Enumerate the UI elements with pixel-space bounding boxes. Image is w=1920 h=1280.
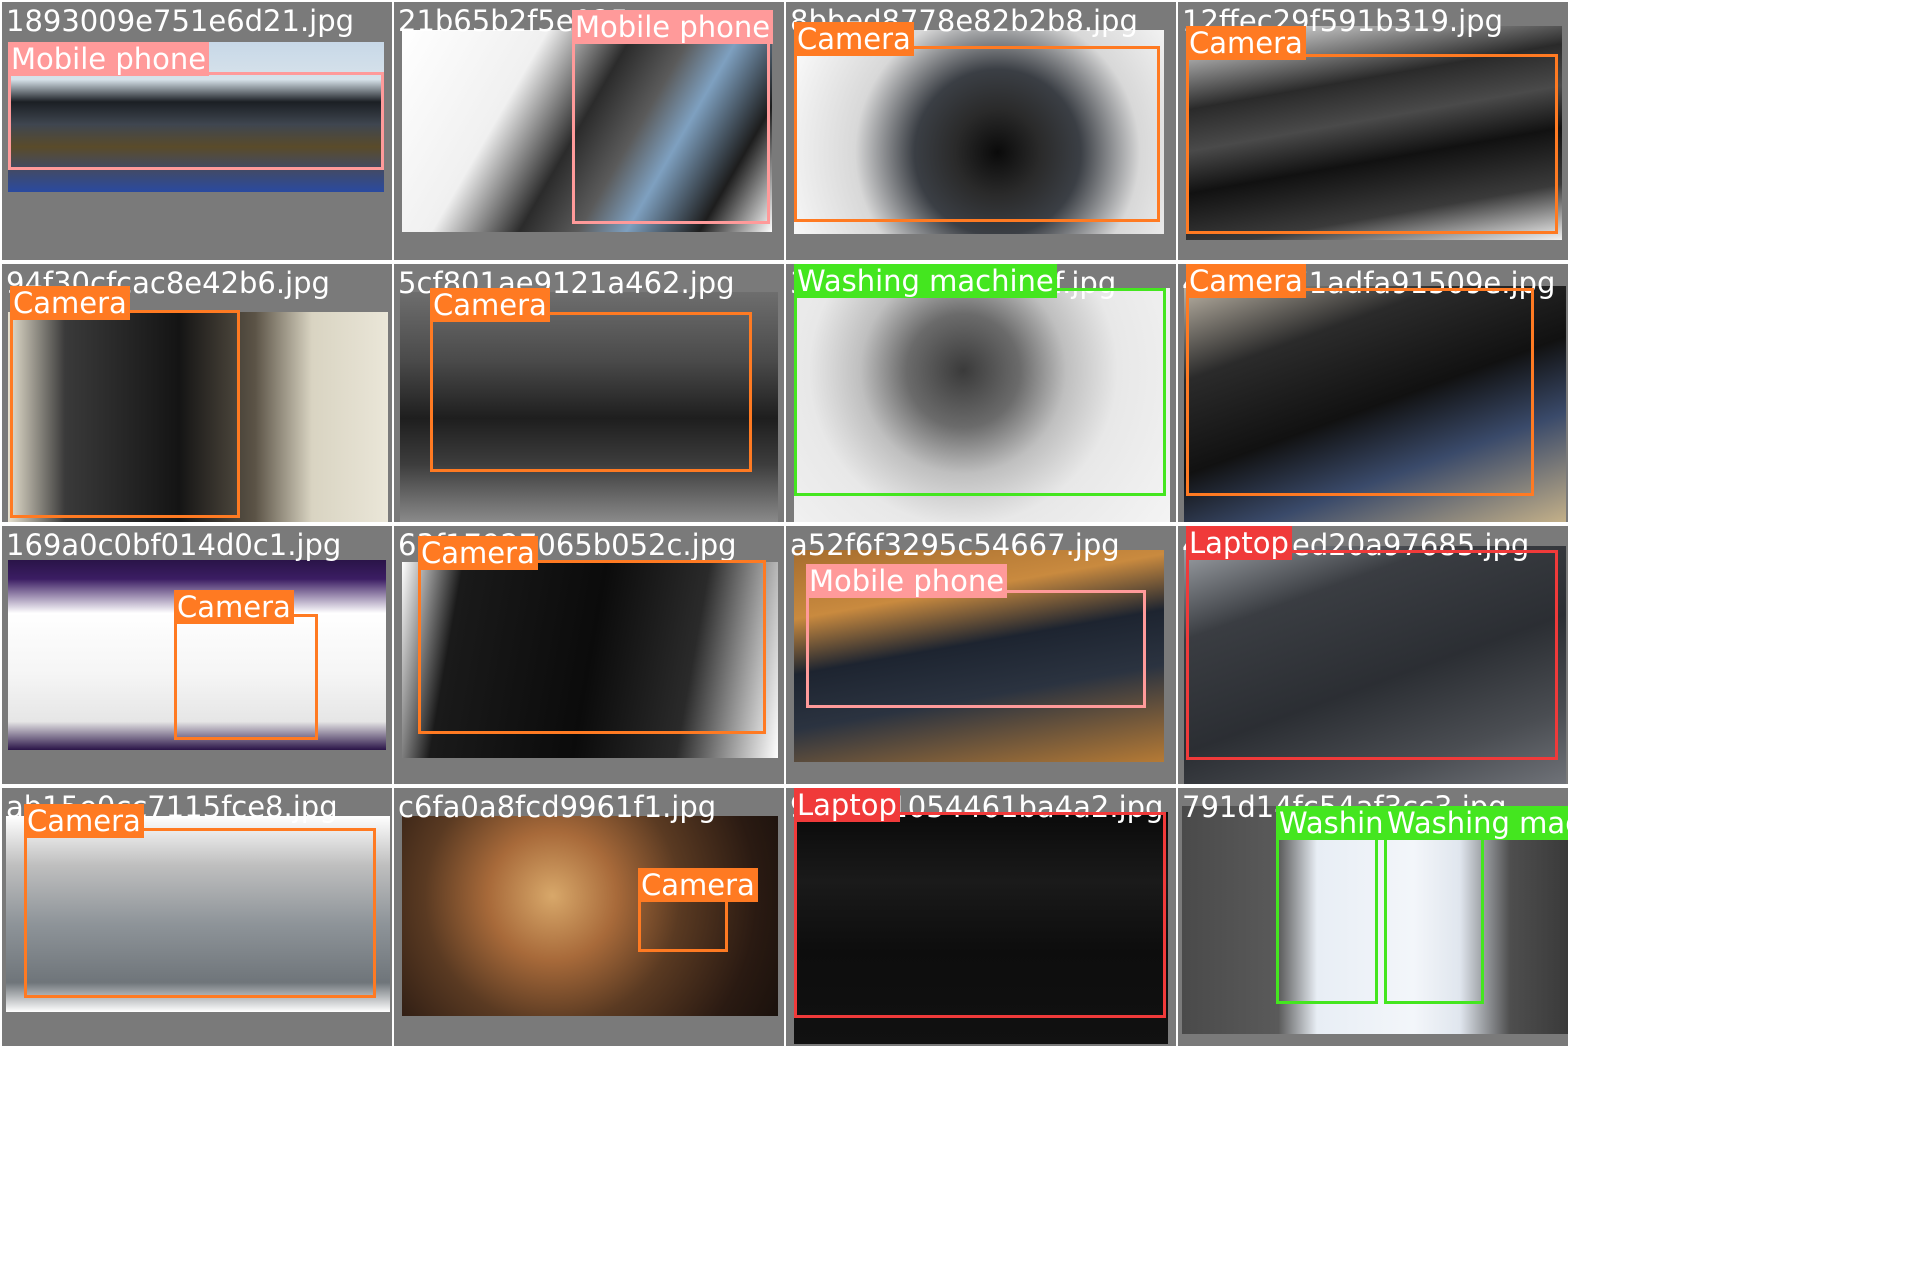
grid-cell: 4b6c2d71adfa91509e.jpg Camera xyxy=(1178,264,1568,522)
detection-label: Camera xyxy=(1186,26,1306,60)
bounding-box-mobile-phone xyxy=(806,590,1146,708)
bounding-box-washing-machine xyxy=(1276,832,1378,1004)
image-filename: c6fa0a8fcd9961f1.jpg xyxy=(398,790,717,824)
image-filename: 169a0c0bf014d0c1.jpg xyxy=(6,528,342,562)
bounding-box-washing-machine xyxy=(1384,832,1484,1004)
grid-cell: 3a8c1f6be5d09e4f.jpgWashing machine xyxy=(786,264,1176,522)
image-filename: 1893009e751e6d21.jpg xyxy=(6,4,355,38)
bounding-box-camera xyxy=(430,312,752,472)
detection-label: Camera xyxy=(638,868,758,902)
detection-label: Camera xyxy=(24,804,144,838)
grid-cell: 94f30cfcac8e42b6.jpg Camera xyxy=(2,264,392,522)
detection-label: Laptop xyxy=(794,788,900,822)
detection-label: Camera xyxy=(794,22,914,56)
bounding-box-laptop xyxy=(794,812,1166,1018)
detection-label: Washing machine xyxy=(794,264,1057,298)
bounding-box-laptop xyxy=(1186,550,1558,760)
detection-label: Camera xyxy=(10,286,130,320)
detection-label: Washing machine xyxy=(1384,806,1568,840)
detection-label: Mobile phone xyxy=(8,42,210,76)
grid-cell: 12ffec29f591b319.jpg Camera xyxy=(1178,2,1568,260)
grid-cell: 169a0c0bf014d0c1.jpg Camera xyxy=(2,526,392,784)
bounding-box-camera xyxy=(794,46,1160,222)
grid-cell: 4d7be9ed20a97685.jpg Laptop xyxy=(1178,526,1568,784)
detection-label: Camera xyxy=(418,536,538,570)
detection-label: Mobile phone xyxy=(572,10,774,44)
bounding-box-camera xyxy=(24,828,376,998)
grid-cell: ab15e0cc7115fce8.jpg Camera xyxy=(2,788,392,1046)
detection-grid: 1893009e751e6d21.jpg Mobile phone 21b65b2f… xyxy=(0,0,1920,1280)
grid-cell: c6fa0a8fcd9961f1.jpg Camera xyxy=(394,788,784,1046)
bounding-box-camera xyxy=(418,560,766,734)
bounding-box-mobile-phone xyxy=(572,38,770,224)
bounding-box-camera xyxy=(1186,54,1558,234)
detection-label: Mobile phone xyxy=(806,564,1008,598)
grid-cell: 5cf801ae9121a462.jpg Camera xyxy=(394,264,784,522)
grid-cell: 791d14fc54af3cc3.jpgWashingWashing machi… xyxy=(1178,788,1568,1046)
detection-label: Camera xyxy=(430,288,550,322)
bounding-box-camera xyxy=(1186,288,1534,496)
bounding-box-camera xyxy=(10,310,240,518)
grid-cell: 8bbed8778e82b2b8.jpg Camera xyxy=(786,2,1176,260)
grid-cell: 63f17927065b052c.jpg Camera xyxy=(394,526,784,784)
bounding-box-camera xyxy=(174,614,318,740)
grid-cell: 21b65b2f5e025... Mobile phone xyxy=(394,2,784,260)
grid-cell: a52f6f3295c54667.jpg Mobile phone xyxy=(786,526,1176,784)
bounding-box-mobile-phone xyxy=(8,72,384,170)
detection-label: Laptop xyxy=(1186,526,1292,560)
grid-cell: 9f2e7c1054461ba4a2.jpg Laptop xyxy=(786,788,1176,1046)
detection-label: Camera xyxy=(174,590,294,624)
bounding-box-washing-machine xyxy=(794,288,1166,496)
image-filename: a52f6f3295c54667.jpg xyxy=(790,528,1120,562)
grid-cell: 1893009e751e6d21.jpg Mobile phone xyxy=(2,2,392,260)
detection-label: Camera xyxy=(1186,264,1306,298)
